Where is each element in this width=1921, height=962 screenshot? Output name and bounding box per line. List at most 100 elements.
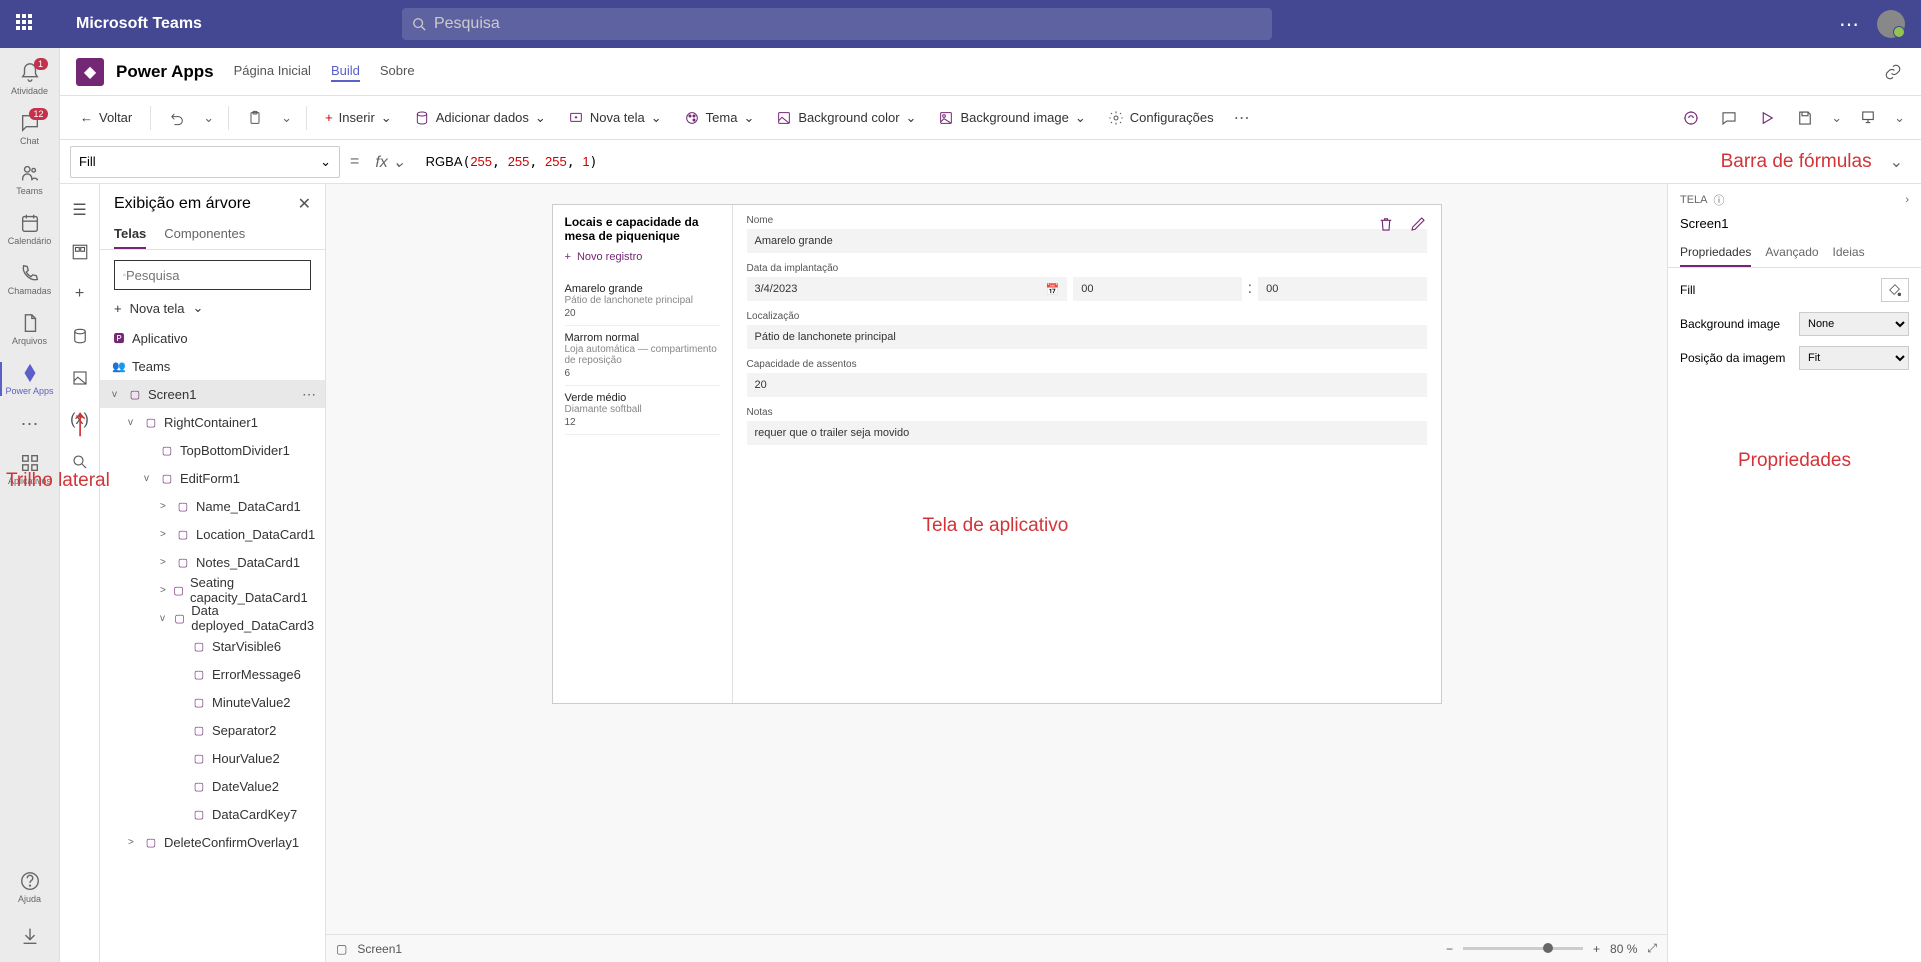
rail-calendar[interactable]: Calendário (0, 204, 60, 254)
formula-input[interactable]: RGBA(255, 255, 255, 1) (422, 154, 1671, 170)
list-item[interactable]: Marrom normalLoja automática — compartim… (565, 326, 720, 386)
property-selector[interactable]: Fill⌄ (70, 146, 340, 178)
paste-chevron[interactable]: ⌄ (277, 110, 296, 126)
checker-button[interactable] (1675, 102, 1707, 134)
tree-node[interactable]: ▢DataCardKey7 (100, 800, 325, 828)
rail-files[interactable]: Arquivos (0, 304, 60, 354)
tree-node[interactable]: v▢Screen1⋯ (100, 380, 325, 408)
info-icon[interactable]: ⓘ (1714, 192, 1725, 208)
tab-advanced[interactable]: Avançado (1765, 239, 1818, 267)
tree-node[interactable]: >▢Location_DataCard1 (100, 520, 325, 548)
comments-button[interactable] (1713, 102, 1745, 134)
form-date-input[interactable]: 3/4/2023📅 (747, 277, 1068, 301)
app-canvas[interactable]: Locais e capacidade da mesa de piqueniqu… (552, 204, 1442, 704)
publish-chevron[interactable]: ⌄ (1890, 110, 1909, 126)
zoom-out-button[interactable]: − (1446, 942, 1453, 956)
save-chevron[interactable]: ⌄ (1827, 110, 1846, 126)
tree-node[interactable]: v▢RightContainer1 (100, 408, 325, 436)
tree-search[interactable] (114, 260, 311, 290)
theme-button[interactable]: Tema ⌄ (676, 106, 763, 130)
fx-button[interactable]: fx ⌄ (369, 152, 411, 172)
rail-chat[interactable]: 12 Chat (0, 104, 60, 154)
rail-activity[interactable]: 1 Atividade (0, 54, 60, 104)
tree-node[interactable]: >▢Seating capacity_DataCard1 (100, 576, 325, 604)
close-icon[interactable]: ✕ (298, 194, 311, 214)
tab-about[interactable]: Sobre (380, 61, 415, 82)
tab-home[interactable]: Página Inicial (234, 61, 311, 82)
save-button[interactable] (1789, 102, 1821, 134)
tree-search-input[interactable] (126, 268, 302, 283)
data-icon[interactable] (62, 318, 98, 354)
tree-node[interactable]: >▢DeleteConfirmOverlay1 (100, 828, 325, 856)
rail-calls[interactable]: Chamadas (0, 254, 60, 304)
settings-button[interactable]: Configurações (1100, 106, 1222, 130)
header-more-icon[interactable]: ⋯ (1839, 12, 1861, 37)
zoom-slider[interactable] (1463, 947, 1583, 950)
tree-node[interactable]: >▢Notes_DataCard1 (100, 548, 325, 576)
rail-teams[interactable]: Teams (0, 154, 60, 204)
rail-powerapps[interactable]: Power Apps (0, 354, 60, 404)
imgpos-select[interactable]: Fit (1799, 346, 1909, 370)
new-screen-button[interactable]: Nova tela ⌄ (560, 106, 670, 130)
authoring-rail: ☰ + (x) (60, 184, 100, 962)
list-item[interactable]: Amarelo grandePátio de lanchonete princi… (565, 277, 720, 326)
tree-node[interactable]: ▢HourValue2 (100, 744, 325, 772)
expand-icon[interactable]: › (1905, 194, 1909, 206)
tree-node[interactable]: v▢Data deployed_DataCard3 (100, 604, 325, 632)
tab-ideas[interactable]: Ideias (1833, 239, 1865, 267)
tree-node[interactable]: ▢MinuteValue2 (100, 688, 325, 716)
form-hour-input[interactable]: 00 (1073, 277, 1241, 301)
paste-button[interactable] (239, 106, 271, 130)
link-icon[interactable] (1881, 60, 1905, 84)
tree-node[interactable]: ▢StarVisible6 (100, 632, 325, 660)
user-avatar[interactable] (1877, 10, 1905, 38)
waffle-icon[interactable] (16, 14, 36, 34)
search-box[interactable]: Pesquisa (402, 8, 1272, 40)
tree-teams[interactable]: 👥Teams (100, 352, 325, 380)
tree-node[interactable]: ▢Separator2 (100, 716, 325, 744)
tab-screens[interactable]: Telas (114, 220, 146, 249)
undo-button[interactable] (161, 106, 193, 130)
preview-button[interactable] (1751, 102, 1783, 134)
tree-node[interactable]: >▢Name_DataCard1 (100, 492, 325, 520)
new-screen-link[interactable]: + Nova tela ⌄ (100, 296, 325, 324)
formula-expand-button[interactable]: ⌄ (1882, 152, 1911, 172)
back-button[interactable]: ← Voltar (72, 106, 140, 129)
fill-color-button[interactable] (1881, 278, 1909, 302)
tab-properties[interactable]: Propriedades (1680, 239, 1751, 267)
tree-node[interactable]: ▢ErrorMessage6 (100, 660, 325, 688)
tab-build[interactable]: Build (331, 61, 360, 82)
insert-icon[interactable]: + (62, 276, 98, 312)
bgcolor-button[interactable]: Background color ⌄ (768, 106, 924, 130)
tree-node[interactable]: ▢TopBottomDivider1 (100, 436, 325, 464)
rail-more-icon[interactable]: ⋯ (21, 404, 39, 444)
publish-button[interactable] (1852, 102, 1884, 134)
edit-icon[interactable] (1409, 215, 1427, 233)
calendar-icon[interactable]: 📅 (1046, 283, 1060, 296)
insert-button[interactable]: + Inserir ⌄ (317, 106, 400, 130)
tree-node[interactable]: ▢DateValue2 (100, 772, 325, 800)
rail-download[interactable] (0, 912, 60, 962)
hamburger-icon[interactable]: ☰ (62, 192, 98, 228)
undo-chevron[interactable]: ⌄ (199, 110, 218, 126)
new-record-button[interactable]: + Novo registro (565, 251, 720, 263)
list-item[interactable]: Verde médioDiamante softball12 (565, 386, 720, 435)
form-minute-input[interactable]: 00 (1258, 277, 1426, 301)
bgimage-button[interactable]: Background image ⌄ (930, 106, 1093, 130)
tree-app[interactable]: 🅿Aplicativo (100, 324, 325, 352)
rail-help[interactable]: Ajuda (0, 862, 60, 912)
form-notes-input[interactable]: requer que o trailer seja movido (747, 421, 1427, 445)
tree-view-icon[interactable] (62, 234, 98, 270)
zoom-in-button[interactable]: + (1593, 942, 1600, 956)
bgimage-select[interactable]: None (1799, 312, 1909, 336)
tree-node[interactable]: v▢EditForm1 (100, 464, 325, 492)
form-cap-input[interactable]: 20 (747, 373, 1427, 397)
fit-button[interactable]: ⤢ (1647, 941, 1657, 956)
form-name-input[interactable]: Amarelo grande (747, 229, 1427, 253)
form-loc-input[interactable]: Pátio de lanchonete principal (747, 325, 1427, 349)
media-icon[interactable] (62, 360, 98, 396)
tab-components[interactable]: Componentes (164, 220, 245, 249)
add-data-button[interactable]: Adicionar dados ⌄ (406, 106, 554, 130)
delete-icon[interactable] (1377, 215, 1395, 233)
toolbar-overflow[interactable]: ⋯ (1228, 108, 1258, 128)
